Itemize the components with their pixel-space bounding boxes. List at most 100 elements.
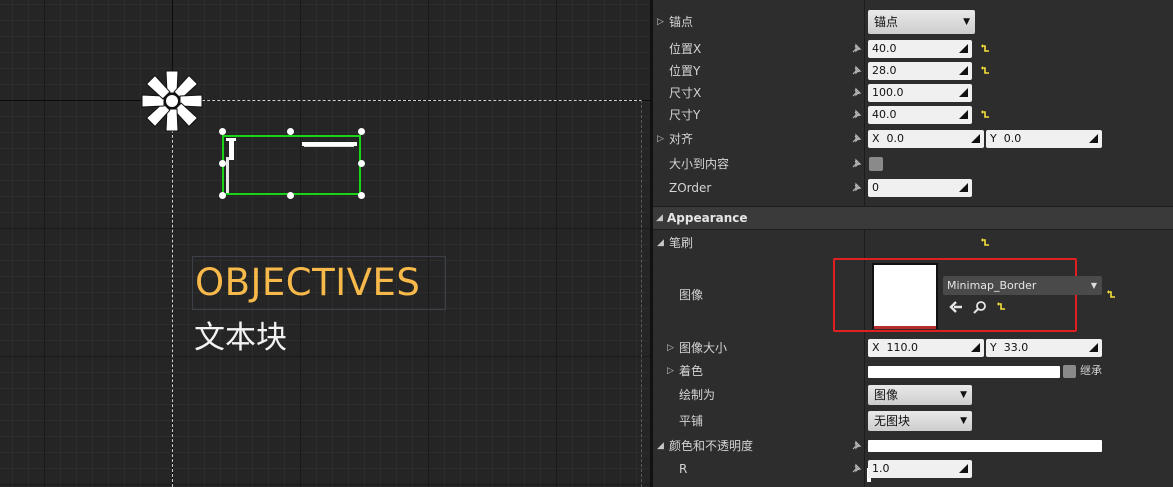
reset-to-default-icon[interactable]: [980, 66, 990, 76]
resize-handle-bottom-right[interactable]: [358, 192, 365, 199]
image-size-y-value: 33.0: [1003, 341, 1029, 354]
expand-arrow-icon[interactable]: ▷: [657, 11, 664, 33]
draw-as-dropdown[interactable]: 图像 ▼: [868, 385, 972, 405]
drag-grip-icon[interactable]: [959, 464, 968, 473]
drag-grip-icon[interactable]: [1089, 134, 1098, 143]
umg-designer-window: OBJECTIVES 文本块 ▷ 锚点 锚点 ▼ 位置X 40.0 位置Y 28…: [0, 0, 1173, 487]
property-row-tint: ▷ 着色 继承: [653, 360, 1173, 382]
drag-grip-icon[interactable]: [959, 110, 968, 119]
anchor-flower-icon[interactable]: [138, 67, 206, 135]
property-label: 锚点: [669, 15, 694, 29]
draw-as-value: 图像: [874, 388, 899, 402]
reset-to-default-icon[interactable]: [996, 302, 1006, 312]
tiling-dropdown[interactable]: 无图块 ▼: [868, 411, 972, 431]
property-row-brush: ◢ 笔刷: [653, 232, 1173, 482]
alignment-x-value: 0.0: [886, 132, 905, 145]
expand-arrow-icon[interactable]: ▷: [667, 337, 674, 359]
section-title: Appearance: [667, 211, 748, 225]
axis-y-prefix: Y: [990, 341, 997, 354]
binding-pin-icon[interactable]: [850, 440, 862, 452]
property-row-color-and-opacity: ◢ 颜色和不透明度: [653, 435, 1173, 457]
resize-handle-top[interactable]: [287, 128, 294, 135]
canvas-panel-boundary-top: [172, 100, 642, 101]
drag-grip-icon[interactable]: [959, 88, 968, 97]
anchor-dropdown-value: 锚点: [874, 15, 899, 29]
axis-y-prefix: Y: [990, 132, 997, 145]
property-label: R: [679, 462, 688, 476]
alignment-y-value: 0.0: [1003, 132, 1022, 145]
property-label: 位置Y: [669, 64, 701, 78]
browse-asset-search-icon[interactable]: [973, 300, 987, 314]
property-row-size-to-content: 大小到内容: [653, 153, 1173, 175]
image-asset-thumbnail[interactable]: [872, 263, 938, 329]
binding-pin-icon[interactable]: [850, 43, 862, 55]
property-label: 位置X: [669, 42, 702, 56]
binding-pin-icon[interactable]: [850, 158, 862, 170]
size-x-input[interactable]: 100.0: [868, 84, 972, 102]
resize-handle-bottom[interactable]: [287, 192, 294, 199]
designer-canvas[interactable]: OBJECTIVES 文本块: [0, 0, 650, 487]
position-x-input[interactable]: 40.0: [868, 40, 972, 58]
drag-grip-icon[interactable]: [971, 134, 980, 143]
axis-x-prefix: X: [872, 341, 880, 354]
details-panel: ▷ 锚点 锚点 ▼ 位置X 40.0 位置Y 28.0 尺寸X 100.0 尺寸…: [653, 0, 1173, 487]
reset-to-default-icon[interactable]: [1106, 290, 1116, 300]
position-y-input[interactable]: 28.0: [868, 62, 972, 80]
binding-pin-icon[interactable]: [850, 65, 862, 77]
r-channel-input[interactable]: 1.0: [868, 460, 972, 478]
selected-image-widget[interactable]: [222, 135, 361, 195]
drag-grip-icon[interactable]: [971, 343, 980, 352]
reset-to-default-icon[interactable]: [980, 238, 990, 248]
use-selected-asset-arrow-icon[interactable]: [949, 300, 963, 314]
chevron-down-icon: ▼: [960, 416, 967, 426]
r-channel-value: 1.0: [872, 462, 890, 475]
resize-handle-bottom-left[interactable]: [219, 192, 226, 199]
property-label: 平铺: [679, 414, 704, 428]
collapse-arrow-icon[interactable]: ◢: [657, 232, 664, 254]
appearance-section-header[interactable]: ◢ Appearance: [653, 206, 1173, 230]
binding-pin-icon[interactable]: [850, 133, 862, 145]
property-label: 尺寸Y: [669, 108, 701, 122]
drag-grip-icon[interactable]: [959, 66, 968, 75]
drag-grip-icon[interactable]: [959, 44, 968, 53]
property-row-position-x: 位置X 40.0: [653, 38, 1173, 60]
property-label: 尺寸X: [669, 86, 702, 100]
color-and-opacity-swatch[interactable]: [868, 440, 1102, 452]
size-y-input[interactable]: 40.0: [868, 106, 972, 124]
binding-pin-icon[interactable]: [850, 182, 862, 194]
reset-to-default-icon[interactable]: [980, 44, 990, 54]
resize-handle-top-left[interactable]: [219, 128, 226, 135]
collapse-arrow-icon[interactable]: ◢: [656, 207, 663, 229]
objectives-title-text[interactable]: OBJECTIVES: [192, 256, 446, 310]
binding-pin-icon[interactable]: [850, 109, 862, 121]
expand-arrow-icon[interactable]: ▷: [667, 360, 674, 382]
resize-handle-right[interactable]: [358, 160, 365, 167]
property-row-position-y: 位置Y 28.0: [653, 60, 1173, 82]
canvas-panel-boundary-right: [641, 100, 642, 487]
alignment-y-input[interactable]: Y 0.0: [986, 130, 1102, 148]
text-block-widget[interactable]: 文本块: [194, 318, 287, 358]
inherit-checkbox[interactable]: [1063, 365, 1076, 378]
image-asset-picker[interactable]: Minimap_Border ▼: [943, 276, 1102, 295]
reset-to-default-icon[interactable]: [980, 110, 990, 120]
property-label: 着色: [679, 364, 704, 378]
property-label: 图像: [679, 288, 704, 302]
tint-color-swatch[interactable]: [868, 366, 1060, 378]
binding-pin-icon[interactable]: [850, 463, 862, 475]
property-row-size-x: 尺寸X 100.0: [653, 82, 1173, 104]
property-row-image-size: ▷ 图像大小 X 110.0 Y 33.0: [653, 337, 1173, 359]
tiling-value: 无图块: [874, 414, 911, 428]
alignment-x-input[interactable]: X 0.0: [868, 130, 984, 148]
resize-handle-left[interactable]: [219, 160, 226, 167]
image-size-y-input[interactable]: Y 33.0: [986, 339, 1102, 357]
expand-arrow-icon[interactable]: ▷: [657, 128, 664, 150]
collapse-arrow-icon[interactable]: ◢: [657, 435, 664, 457]
anchor-dropdown[interactable]: 锚点 ▼: [868, 10, 975, 34]
binding-pin-icon[interactable]: [850, 87, 862, 99]
image-size-x-input[interactable]: X 110.0: [868, 339, 984, 357]
size-to-content-checkbox[interactable]: [869, 157, 883, 171]
drag-grip-icon[interactable]: [959, 183, 968, 192]
resize-handle-top-right[interactable]: [358, 128, 365, 135]
zorder-input[interactable]: 0: [868, 179, 972, 197]
drag-grip-icon[interactable]: [1089, 343, 1098, 352]
